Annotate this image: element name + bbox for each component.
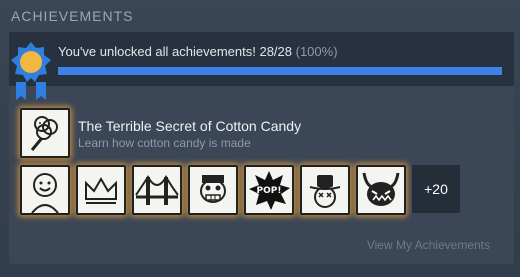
cotton-candy-icon[interactable] [20,108,70,158]
recent-achievement-title: The Terrible Secret of Cotton Candy [78,118,302,134]
bridge-icon[interactable] [132,165,182,215]
progress-percent: (100%) [295,44,338,59]
progress-bar-fill [58,67,502,75]
grinning-skull-icon[interactable] [188,165,238,215]
achievements-widget: ACHIEVEMENTS You've unlocked all achieve… [0,0,520,277]
pop-burst-icon[interactable]: POP! [244,165,294,215]
more-achievements-button[interactable]: +20 [412,165,460,213]
cowboy-hat-face-icon[interactable] [300,165,350,215]
recent-achievement-description: Learn how cotton candy is made [78,136,251,150]
achievement-badge-icon [11,42,51,100]
progress-label: You've unlocked all achievements! 28/28 [58,44,292,59]
progress-bar [58,67,502,75]
progress-text: You've unlocked all achievements! 28/28 … [58,44,338,59]
view-my-achievements-link[interactable]: View My Achievements [367,238,490,252]
smiling-face-icon[interactable] [20,165,70,215]
pop-burst-lettering: POP! [257,186,282,196]
horned-monster-icon[interactable] [356,165,406,215]
progress-strip [9,32,514,86]
section-title: ACHIEVEMENTS [11,8,134,24]
crown-icon[interactable] [76,165,126,215]
